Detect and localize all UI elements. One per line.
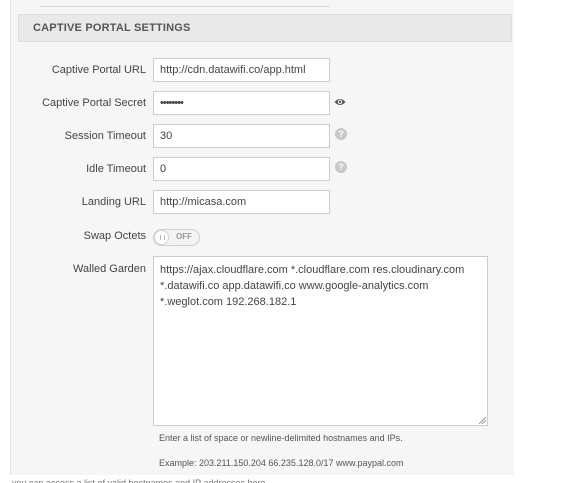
captive-portal-url-label: Captive Portal URL bbox=[51, 64, 146, 76]
idle-timeout-label: Idle Timeout bbox=[86, 163, 146, 175]
walled-garden-example: Example: 203.211.150.204 66.235.128.0/17… bbox=[159, 458, 404, 468]
section-header: CAPTIVE PORTAL SETTINGS bbox=[18, 14, 512, 42]
section-title: CAPTIVE PORTAL SETTINGS bbox=[33, 22, 191, 34]
walled-garden-hint: Enter a list of space or newline-delimit… bbox=[159, 433, 403, 443]
captive-portal-url-input[interactable]: http://cdn.datawifi.co/app.html bbox=[153, 58, 330, 82]
toggle-knob bbox=[154, 230, 169, 245]
swap-octets-label: Swap Octets bbox=[83, 230, 146, 242]
swap-octets-toggle[interactable]: OFF bbox=[153, 229, 200, 246]
captive-portal-secret-input[interactable]: •••••••• bbox=[153, 91, 330, 115]
walled-garden-line: *.datawifi.co app.datawifi.co www.google… bbox=[160, 280, 429, 292]
walled-garden-line: https://ajax.cloudflare.com *.cloudflare… bbox=[160, 264, 465, 276]
eye-icon[interactable] bbox=[334, 97, 346, 107]
idle-timeout-input[interactable]: 0 bbox=[153, 157, 330, 181]
session-timeout-label: Session Timeout bbox=[64, 130, 146, 142]
landing-url-label: Landing URL bbox=[81, 196, 146, 208]
resize-grip-icon[interactable] bbox=[478, 416, 486, 424]
question-icon[interactable]: ? bbox=[335, 161, 347, 173]
landing-url-input[interactable]: http://micasa.com bbox=[153, 190, 330, 214]
session-timeout-input[interactable]: 30 bbox=[153, 124, 330, 148]
question-icon[interactable]: ? bbox=[335, 128, 347, 140]
previous-section-edge bbox=[40, 0, 330, 7]
captive-portal-secret-label: Captive Portal Secret bbox=[42, 97, 146, 109]
footer-note: you can access a list of valid hostnames… bbox=[12, 478, 266, 483]
toggle-state-text: OFF bbox=[176, 232, 192, 241]
walled-garden-textarea[interactable]: https://ajax.cloudflare.com *.cloudflare… bbox=[153, 256, 488, 426]
walled-garden-line: *.weglot.com 192.268.182.1 bbox=[160, 296, 297, 308]
walled-garden-label: Walled Garden bbox=[73, 263, 146, 275]
